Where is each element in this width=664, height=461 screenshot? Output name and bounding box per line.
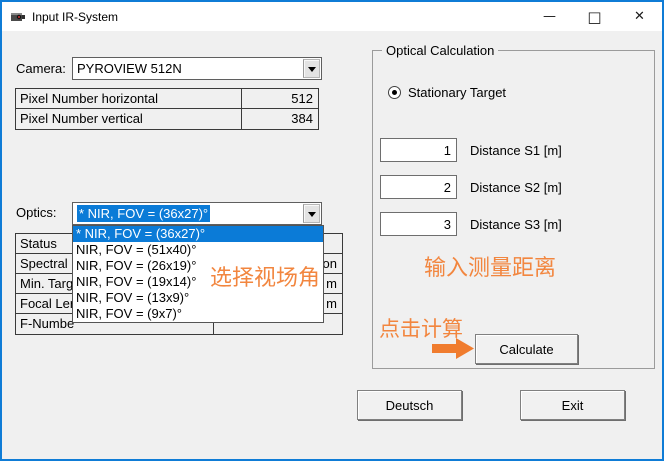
calculate-button[interactable]: Calculate (475, 334, 578, 364)
camera-combobox-value: PYROVIEW 512N (75, 60, 301, 77)
table-row: Pixel Number horizontal 512 (16, 89, 318, 109)
dropdown-option[interactable]: NIR, FOV = (13x9)° (73, 290, 323, 306)
table-row: Pixel Number vertical 384 (16, 109, 318, 129)
stationary-target-label: Stationary Target (408, 85, 506, 100)
pixel-vertical-value: 384 (241, 109, 318, 129)
caret-down-icon (308, 67, 316, 76)
window-controls: — □ ✕ (527, 2, 662, 31)
maximize-icon[interactable]: □ (572, 2, 617, 31)
selected-text-highlight: * NIR, FOV = (36x27)° (77, 205, 210, 222)
pixel-horizontal-value: 512 (241, 89, 318, 108)
distance-s3-label: Distance S3 [m] (470, 217, 562, 232)
stationary-target-option: Stationary Target (388, 85, 506, 100)
deutsch-button[interactable]: Deutsch (357, 390, 462, 420)
distance-s1-label: Distance S1 [m] (470, 143, 562, 158)
pixel-horizontal-label: Pixel Number horizontal (16, 89, 241, 108)
distance-s2-label: Distance S2 [m] (470, 180, 562, 195)
annotation-select-fov: 选择视场角 (210, 260, 320, 292)
arrow-right-icon (432, 338, 474, 359)
optics-label: Optics: (16, 205, 56, 220)
dropdown-option[interactable]: NIR, FOV = (9x7)° (73, 306, 323, 322)
radio-dot-icon (392, 90, 397, 95)
dropdown-option[interactable]: NIR, FOV = (51x40)° (73, 242, 323, 258)
annotation-enter-distance: 输入测量距离 (424, 250, 556, 282)
camera-label: Camera: (16, 61, 66, 76)
optics-combobox[interactable]: * NIR, FOV = (36x27)° (72, 202, 322, 225)
title-bar: Input IR-System — □ ✕ (2, 2, 662, 31)
minimize-icon[interactable]: — (527, 2, 572, 31)
group-title: Optical Calculation (382, 43, 498, 58)
exit-button[interactable]: Exit (520, 390, 625, 420)
distance-s3-input[interactable] (380, 212, 457, 236)
window-title: Input IR-System (32, 10, 118, 24)
camera-dropdown-button[interactable] (303, 59, 320, 78)
distance-s2-input[interactable] (380, 175, 457, 199)
dropdown-option[interactable]: * NIR, FOV = (36x27)° (73, 226, 323, 242)
stationary-target-radio[interactable] (388, 86, 401, 99)
camera-icon (10, 9, 26, 25)
caret-down-icon (308, 212, 316, 221)
close-icon[interactable]: ✕ (617, 2, 662, 31)
optics-combobox-value: * NIR, FOV = (36x27)° (75, 205, 301, 222)
pixel-vertical-label: Pixel Number vertical (16, 109, 241, 129)
optics-dropdown-button[interactable] (303, 204, 320, 223)
distance-s1-input[interactable] (380, 138, 457, 162)
dialog-window: Input IR-System — □ ✕ Camera: PYROVIEW 5… (0, 0, 664, 461)
pixel-number-table: Pixel Number horizontal 512 Pixel Number… (15, 88, 319, 130)
camera-combobox[interactable]: PYROVIEW 512N (72, 57, 322, 80)
